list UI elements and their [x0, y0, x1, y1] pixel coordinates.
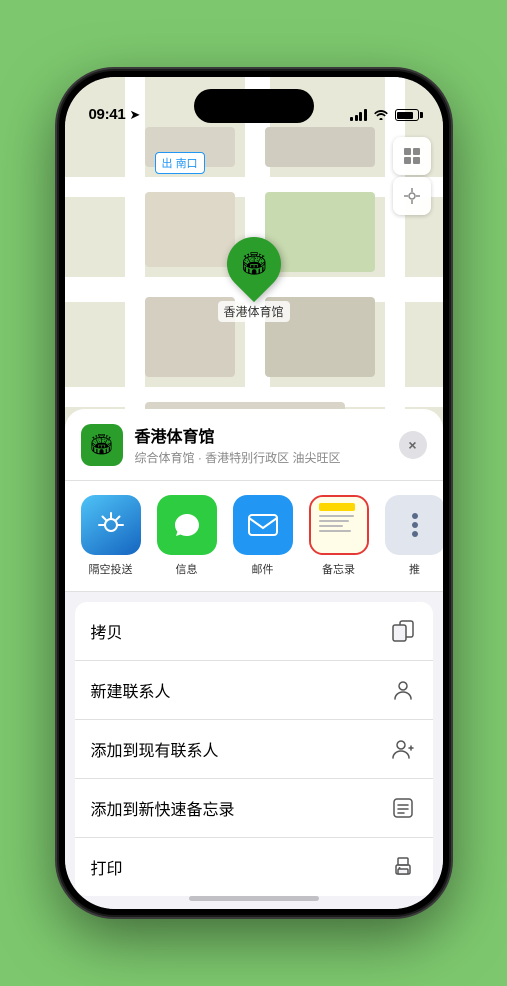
action-print[interactable]: 打印: [75, 838, 433, 896]
status-time: 09:41: [89, 106, 126, 123]
home-indicator: [189, 896, 319, 901]
venue-logo: 🏟: [81, 424, 123, 466]
share-row: 隔空投送 信息: [65, 481, 443, 592]
map-exit-name: 南口: [176, 158, 198, 170]
airdrop-label: 隔空投送: [89, 561, 133, 577]
action-list: 拷贝 新建联系人: [75, 602, 433, 896]
person-add-icon: [389, 735, 417, 763]
more-icon: [385, 495, 443, 555]
close-button[interactable]: ×: [399, 431, 427, 459]
action-copy-label: 拷贝: [91, 619, 123, 643]
signal-bars-icon: [350, 109, 367, 121]
map-exit-prefix: 出: [162, 158, 173, 170]
action-copy[interactable]: 拷贝: [75, 602, 433, 661]
action-new-contact-label: 新建联系人: [91, 678, 171, 702]
messages-icon: [157, 495, 217, 555]
copy-icon: [389, 617, 417, 645]
location-arrow-icon: ➤: [129, 107, 140, 123]
action-add-existing[interactable]: 添加到现有联系人: [75, 720, 433, 779]
wifi-icon: [373, 107, 389, 123]
venue-subtitle: 综合体育馆 · 香港特别行政区 油尖旺区: [135, 449, 387, 466]
location-pin: 🏟 香港体育馆: [217, 237, 289, 322]
pin-label: 香港体育馆: [217, 301, 289, 322]
map-controls: [393, 137, 431, 215]
venue-name: 香港体育馆: [135, 423, 387, 447]
stadium-icon: 🏟: [240, 251, 268, 277]
share-notes[interactable]: 备忘录: [309, 495, 369, 577]
notes-add-icon: [389, 794, 417, 822]
map-exit-label: 出 南口: [155, 152, 205, 174]
close-icon: ×: [408, 437, 416, 453]
messages-label: 信息: [176, 561, 198, 577]
dynamic-island: [194, 89, 314, 123]
action-new-contact[interactable]: 新建联系人: [75, 661, 433, 720]
person-icon: [389, 676, 417, 704]
pin-circle: 🏟: [215, 226, 291, 302]
share-messages[interactable]: 信息: [157, 495, 217, 577]
status-icons: [350, 107, 419, 123]
action-add-notes-label: 添加到新快速备忘录: [91, 796, 235, 820]
mail-icon: [233, 495, 293, 555]
share-airdrop[interactable]: 隔空投送: [81, 495, 141, 577]
action-print-label: 打印: [91, 855, 123, 879]
phone-frame: 09:41 ➤: [59, 71, 449, 915]
venue-info: 香港体育馆 综合体育馆 · 香港特别行政区 油尖旺区: [135, 423, 387, 466]
location-button[interactable]: [393, 177, 431, 215]
mail-label: 邮件: [252, 561, 274, 577]
print-icon: [389, 853, 417, 881]
share-more[interactable]: 推: [385, 495, 443, 577]
action-add-existing-label: 添加到现有联系人: [91, 737, 219, 761]
more-label: 推: [409, 561, 420, 577]
action-add-notes[interactable]: 添加到新快速备忘录: [75, 779, 433, 838]
notes-label: 备忘录: [322, 561, 355, 577]
bottom-sheet: 🏟 香港体育馆 综合体育馆 · 香港特别行政区 油尖旺区 ×: [65, 409, 443, 909]
airdrop-icon: [81, 495, 141, 555]
sheet-header: 🏟 香港体育馆 综合体育馆 · 香港特别行政区 油尖旺区 ×: [65, 409, 443, 481]
share-mail[interactable]: 邮件: [233, 495, 293, 577]
notes-icon: [309, 495, 369, 555]
map-type-button[interactable]: [393, 137, 431, 175]
battery-icon: [395, 109, 419, 121]
phone-screen: 09:41 ➤: [65, 77, 443, 909]
